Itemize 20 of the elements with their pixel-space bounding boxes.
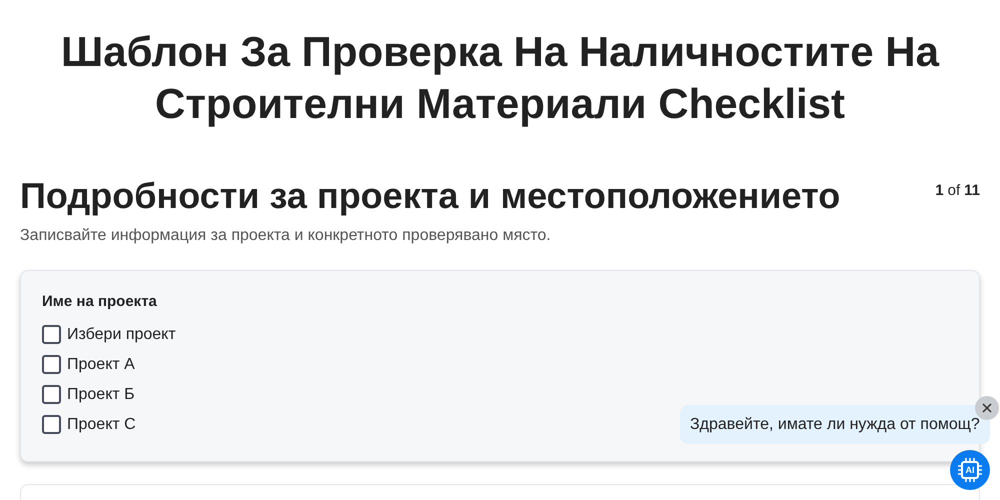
option-label: Проект С [67,414,136,434]
close-icon [981,402,993,414]
page-current: 1 [935,181,944,201]
page-title: Шаблон За Проверка На Наличностите На Строителни Материали Checklist [60,27,940,129]
option-label: Проект А [67,354,135,374]
page-total: 11 [964,181,980,201]
chip-icon [957,457,983,483]
section-description: Записвайте информация за проекта и конкретното проверявано място. [19,226,552,246]
checkbox[interactable] [42,415,61,434]
checkbox[interactable] [42,355,61,374]
checkbox[interactable] [42,325,61,344]
page-of: of [948,181,960,201]
assistant-button[interactable]: AI [950,450,990,490]
option-label: Избери проект [67,324,176,344]
chat-bubble: Здравейте, имате ли нужда от помощ? [680,405,990,444]
checkbox[interactable] [42,385,61,404]
option-label: Проект Б [67,384,135,404]
assistant-label: AI [966,466,974,474]
question-label: Име на проекта [42,292,158,312]
section-heading: Подробности за проекта и местоположението [20,174,840,218]
